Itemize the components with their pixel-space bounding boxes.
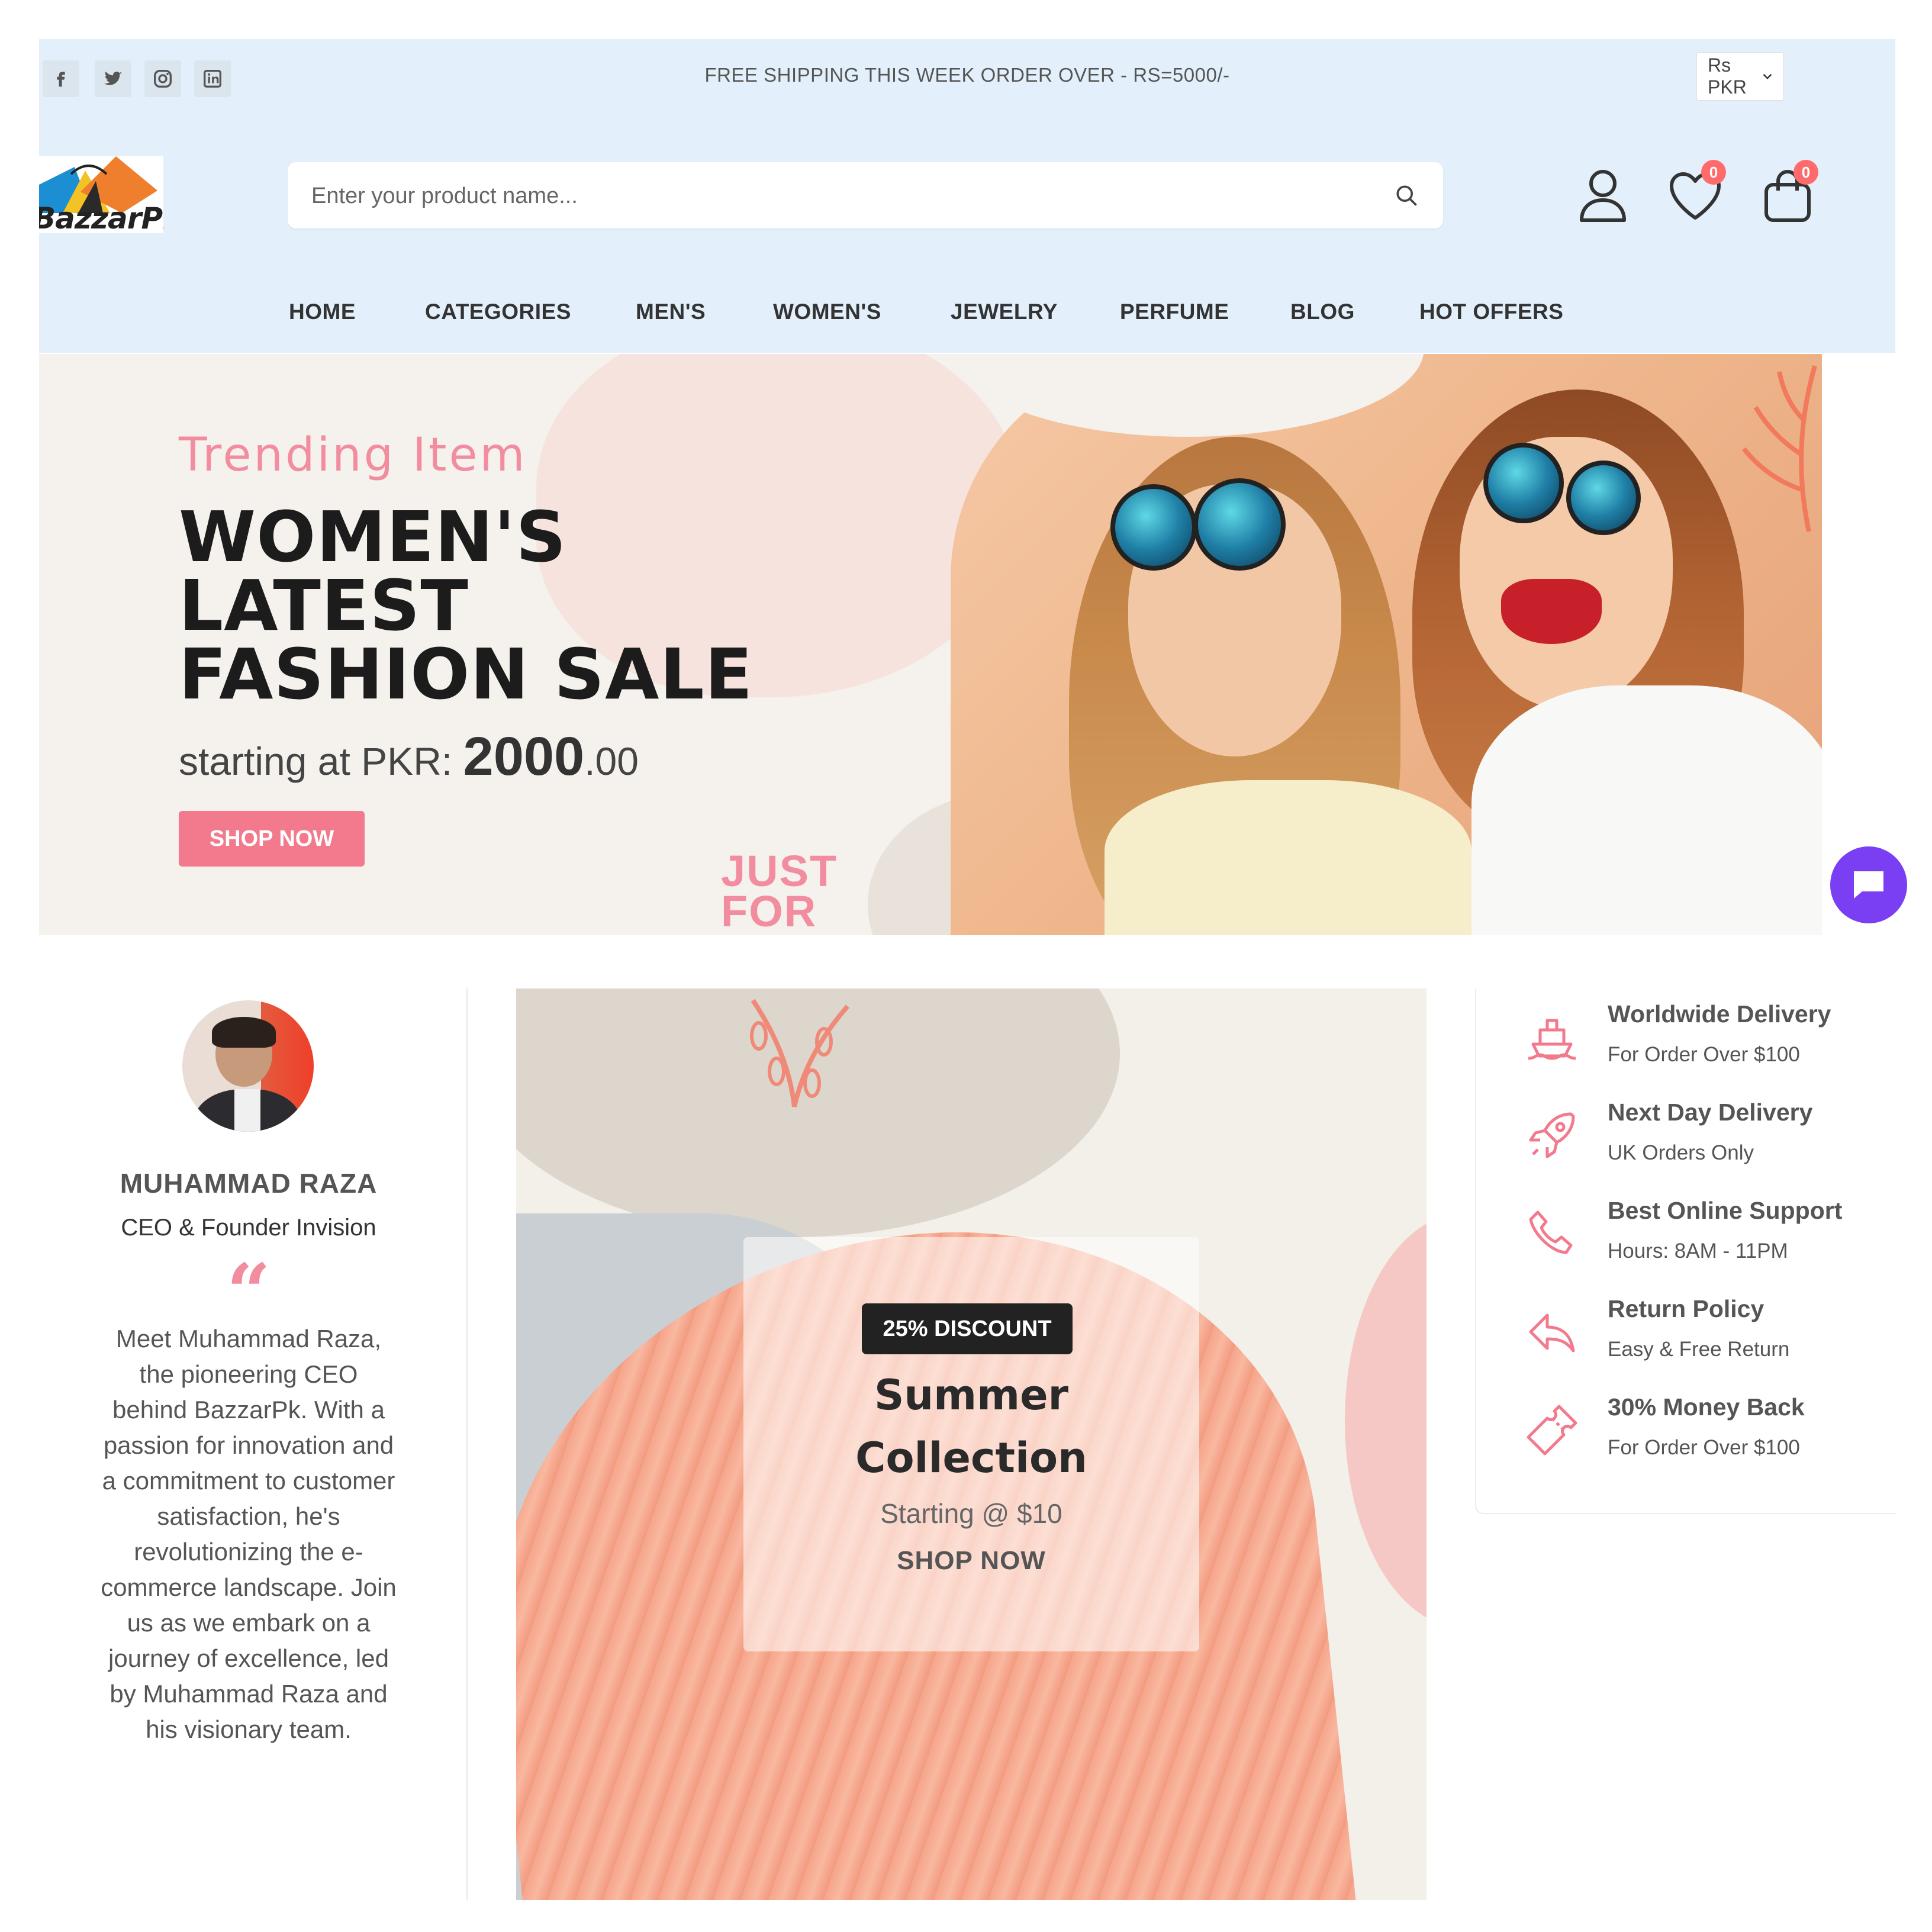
chevron-down-icon xyxy=(1763,73,1772,79)
service-subtitle: For Order Over $100 xyxy=(1608,1436,1800,1459)
nav-item-categories[interactable]: CATEGORIES xyxy=(425,300,571,324)
service-title: Worldwide Delivery xyxy=(1608,1000,1831,1028)
search-input[interactable] xyxy=(310,162,1378,230)
chat-bubble-icon xyxy=(1854,871,1883,899)
chat-button[interactable] xyxy=(1830,846,1907,923)
service-subtitle: Easy & Free Return xyxy=(1608,1338,1790,1361)
nav-item-hot-offers[interactable]: HOT OFFERS xyxy=(1419,300,1563,324)
service-item-return-policy: Return Policy Easy & Free Return xyxy=(1476,1283,1891,1378)
user-icon xyxy=(1580,170,1626,222)
wishlist-count-badge: 0 xyxy=(1701,160,1726,185)
hero-price-decimal: .00 xyxy=(584,739,639,783)
return-arrow-icon xyxy=(1529,1313,1575,1353)
collection-decor-blob xyxy=(1345,1213,1427,1628)
nav-item-womens[interactable]: WOMEN'S xyxy=(773,300,881,324)
logo-text: BazzarPK xyxy=(39,201,163,233)
main-navigation: HOME CATEGORIES MEN'S WOMEN'S JEWELRY PE… xyxy=(39,272,1895,349)
sunglasses-icon xyxy=(1110,484,1197,571)
hero-shop-now-button[interactable]: SHOP NOW xyxy=(179,811,365,867)
avatar-shirt xyxy=(234,1089,260,1132)
phone-icon xyxy=(1529,1210,1573,1254)
site-logo[interactable]: BazzarPK xyxy=(39,156,163,233)
service-subtitle: UK Orders Only xyxy=(1608,1141,1754,1164)
hero-price-prefix: starting at PKR: xyxy=(179,739,463,783)
currency-select[interactable]: Rs PKR xyxy=(1696,52,1784,101)
ship-icon xyxy=(1528,1019,1576,1060)
nav-item-jewelry[interactable]: JEWELRY xyxy=(951,300,1058,324)
rocket-icon xyxy=(1529,1112,1575,1158)
service-item-money-back: 30% Money Back For Order Over $100 xyxy=(1476,1382,1891,1476)
testimonial-name: MUHAMMAD RAZA xyxy=(120,1168,378,1199)
leaf-decor-icon xyxy=(1741,365,1817,532)
avatar xyxy=(182,1000,314,1132)
summer-collection-banner[interactable]: 25% DISCOUNT Summer Collection Starting … xyxy=(516,988,1427,1900)
hero-shirt-right xyxy=(1471,685,1822,935)
sunglasses-icon xyxy=(1193,478,1286,571)
avatar-hair xyxy=(212,1017,276,1048)
service-title: Best Online Support xyxy=(1608,1197,1843,1224)
hero-price: starting at PKR: 2000.00 xyxy=(179,726,639,788)
search-icon[interactable] xyxy=(1393,182,1419,208)
hero-subtitle: Trending Item xyxy=(179,429,527,482)
hero-decor-word: FOR xyxy=(721,887,817,935)
account-button[interactable] xyxy=(1574,166,1631,225)
nav-item-perfume[interactable]: PERFUME xyxy=(1120,300,1229,324)
collection-subtitle: Starting @ $10 xyxy=(880,1498,1062,1529)
cart-button[interactable]: 0 xyxy=(1759,160,1818,225)
hero-title-line: FASHION SALE xyxy=(179,633,754,715)
hero-decor-word: JUST xyxy=(721,846,838,896)
hero-decor-text: JUST FOR xyxy=(721,846,838,935)
hero-price-amount: 2000 xyxy=(463,726,585,787)
collection-shop-now-link[interactable]: SHOP NOW xyxy=(743,1546,1199,1576)
service-subtitle: Hours: 8AM - 11PM xyxy=(1608,1239,1788,1263)
top-bar: FREE SHIPPING THIS WEEK ORDER OVER - RS=… xyxy=(39,39,1895,116)
shipping-notice: FREE SHIPPING THIS WEEK ORDER OVER - RS=… xyxy=(704,64,1230,86)
service-item-next-day-delivery: Next Day Delivery UK Orders Only xyxy=(1476,1087,1891,1181)
testimonial-role: CEO & Founder Invision xyxy=(121,1215,376,1241)
service-subtitle: For Order Over $100 xyxy=(1608,1043,1800,1066)
testimonial-bio: Meet Muhammad Raza, the pioneering CEO b… xyxy=(101,1325,397,1743)
service-item-worldwide-delivery: Worldwide Delivery For Order Over $100 xyxy=(1476,988,1891,1083)
hero-banner: Trending Item WOMEN'S LATEST FASHION SAL… xyxy=(39,354,1822,935)
hero-smile xyxy=(1501,579,1602,644)
nav-item-blog[interactable]: BLOG xyxy=(1290,300,1355,324)
service-title: 30% Money Back xyxy=(1608,1393,1805,1421)
hero-image xyxy=(951,354,1822,935)
discount-badge: 25% DISCOUNT xyxy=(862,1303,1073,1354)
hero-shirt-left xyxy=(1105,780,1471,935)
cart-count-badge: 0 xyxy=(1793,160,1818,185)
nav-item-home[interactable]: HOME xyxy=(289,300,356,324)
branch-decor-icon xyxy=(750,999,850,1107)
currency-value: Rs PKR xyxy=(1708,54,1747,98)
search-bar xyxy=(288,162,1443,230)
collection-title-line: Summer xyxy=(874,1371,1069,1419)
ticket-icon xyxy=(1527,1405,1577,1456)
service-item-online-support: Best Online Support Hours: 8AM - 11PM xyxy=(1476,1185,1891,1280)
sunglasses-icon xyxy=(1566,461,1641,535)
quote-icon: “ xyxy=(226,1247,271,1337)
service-title: Next Day Delivery xyxy=(1608,1099,1813,1126)
services-panel: Worldwide Delivery For Order Over $100 N… xyxy=(1475,988,1896,1514)
collection-title-line: Collection xyxy=(855,1434,1087,1482)
wishlist-button[interactable]: 0 xyxy=(1667,160,1726,225)
sunglasses-icon xyxy=(1483,443,1564,523)
column-divider xyxy=(466,988,468,1900)
nav-item-mens[interactable]: MEN'S xyxy=(636,300,706,324)
service-title: Return Policy xyxy=(1608,1295,1764,1322)
